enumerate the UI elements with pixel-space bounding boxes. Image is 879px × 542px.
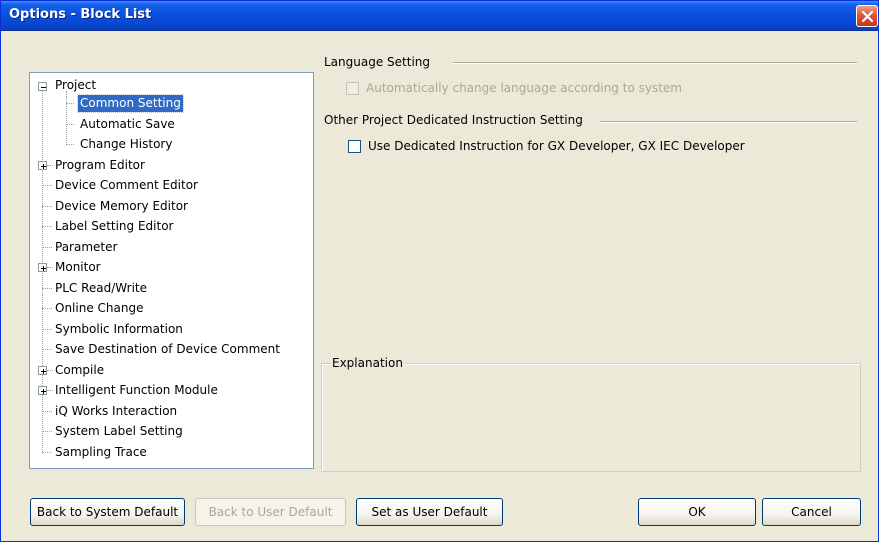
back-to-user-default-button[interactable]: Back to User Default bbox=[195, 498, 346, 526]
auto-language-checkbox bbox=[346, 82, 359, 95]
tree-item-label: Symbolic Information bbox=[55, 322, 183, 336]
window-title: Options - Block List bbox=[9, 7, 152, 22]
language-setting-divider bbox=[453, 62, 857, 64]
plus-icon bbox=[41, 266, 46, 271]
tree-item-label: Common Setting bbox=[77, 94, 184, 113]
tree-item-iq-works-interaction[interactable]: iQ Works Interaction bbox=[53, 403, 179, 421]
tree-item-monitor[interactable]: Monitor bbox=[53, 259, 103, 277]
tree-item-label: Sampling Trace bbox=[55, 445, 147, 459]
tree-item-symbolic-information[interactable]: Symbolic Information bbox=[53, 321, 185, 339]
tree-item-intelligent-function-module[interactable]: Intelligent Function Module bbox=[53, 382, 220, 400]
tree-item-system-label-setting[interactable]: System Label Setting bbox=[53, 423, 185, 441]
ok-button[interactable]: OK bbox=[638, 498, 756, 526]
dedicated-instruction-checkbox[interactable] bbox=[348, 140, 361, 153]
tree-item-sampling-trace[interactable]: Sampling Trace bbox=[53, 444, 149, 462]
tree-item-label: Compile bbox=[55, 363, 105, 377]
tree-item-device-comment-editor[interactable]: Device Comment Editor bbox=[53, 177, 200, 195]
tree-item-change-history[interactable]: Change History bbox=[78, 136, 174, 154]
dedicated-instruction-option[interactable]: Use Dedicated Instruction for GX Develop… bbox=[348, 139, 848, 155]
auto-language-label: Automatically change language according … bbox=[366, 81, 682, 95]
auto-language-option: Automatically change language according … bbox=[346, 81, 846, 97]
expand-intelligent-function-toggle[interactable] bbox=[38, 386, 47, 395]
tree-item-label: Save Destination of Device Comment bbox=[55, 342, 280, 356]
tree-item-automatic-save[interactable]: Automatic Save bbox=[78, 116, 177, 134]
explanation-box bbox=[321, 363, 861, 472]
title-bar[interactable]: Options - Block List bbox=[1, 1, 878, 31]
expand-monitor-toggle[interactable] bbox=[38, 263, 47, 272]
tree-item-label: Online Change bbox=[55, 301, 144, 315]
tree-item-label: System Label Setting bbox=[55, 424, 183, 438]
language-setting-heading: Language Setting bbox=[324, 55, 431, 69]
tree-item-label: Automatic Save bbox=[80, 117, 175, 131]
back-to-system-default-button[interactable]: Back to System Default bbox=[30, 498, 185, 526]
tree-item-label: Monitor bbox=[55, 260, 101, 274]
tree-item-label: PLC Read/Write bbox=[55, 281, 147, 295]
tree-item-label: Program Editor bbox=[55, 158, 145, 172]
set-as-user-default-button[interactable]: Set as User Default bbox=[356, 498, 503, 526]
tree-item-common-setting[interactable]: Common Setting bbox=[77, 94, 184, 113]
cancel-button[interactable]: Cancel bbox=[762, 498, 861, 526]
collapse-project-toggle[interactable] bbox=[38, 82, 47, 91]
tree-item-plc-read-write[interactable]: PLC Read/Write bbox=[53, 280, 149, 298]
tree-item-label: Project bbox=[55, 78, 97, 92]
tree-item-device-memory-editor[interactable]: Device Memory Editor bbox=[53, 198, 190, 216]
tree-item-label: Device Comment Editor bbox=[55, 178, 198, 192]
expand-compile-toggle[interactable] bbox=[38, 366, 47, 375]
plus-icon bbox=[41, 164, 46, 169]
tree-item-program-editor[interactable]: Program Editor bbox=[53, 157, 147, 175]
dedicated-instruction-label: Use Dedicated Instruction for GX Develop… bbox=[368, 139, 745, 153]
tree-item-label-setting-editor[interactable]: Label Setting Editor bbox=[53, 218, 175, 236]
dedicated-instruction-divider bbox=[600, 121, 857, 123]
tree-item-online-change[interactable]: Online Change bbox=[53, 300, 145, 318]
tree-item-label: Device Memory Editor bbox=[55, 199, 188, 213]
expand-program-editor-toggle[interactable] bbox=[38, 161, 47, 170]
plus-icon bbox=[41, 369, 46, 374]
tree-item-label: Parameter bbox=[55, 240, 118, 254]
tree-item-project[interactable]: Project bbox=[53, 77, 98, 95]
tree-item-label: Label Setting Editor bbox=[55, 219, 174, 233]
tree-item-label: Intelligent Function Module bbox=[55, 383, 218, 397]
tree-item-parameter[interactable]: Parameter bbox=[53, 239, 119, 257]
close-button[interactable] bbox=[856, 5, 878, 27]
tree-item-label: iQ Works Interaction bbox=[55, 404, 178, 418]
explanation-legend: Explanation bbox=[330, 356, 405, 370]
options-tree[interactable]: Project Common Setting Automatic Save Ch… bbox=[29, 72, 314, 469]
plus-icon bbox=[41, 389, 46, 394]
minus-icon bbox=[41, 87, 46, 88]
close-icon bbox=[861, 10, 874, 23]
dedicated-instruction-heading: Other Project Dedicated Instruction Sett… bbox=[324, 113, 583, 127]
options-dialog: Options - Block List Project Common Sett… bbox=[0, 0, 879, 542]
tree-item-compile[interactable]: Compile bbox=[53, 362, 106, 380]
tree-item-save-destination[interactable]: Save Destination of Device Comment bbox=[53, 341, 282, 359]
tree-item-label: Change History bbox=[80, 137, 173, 151]
